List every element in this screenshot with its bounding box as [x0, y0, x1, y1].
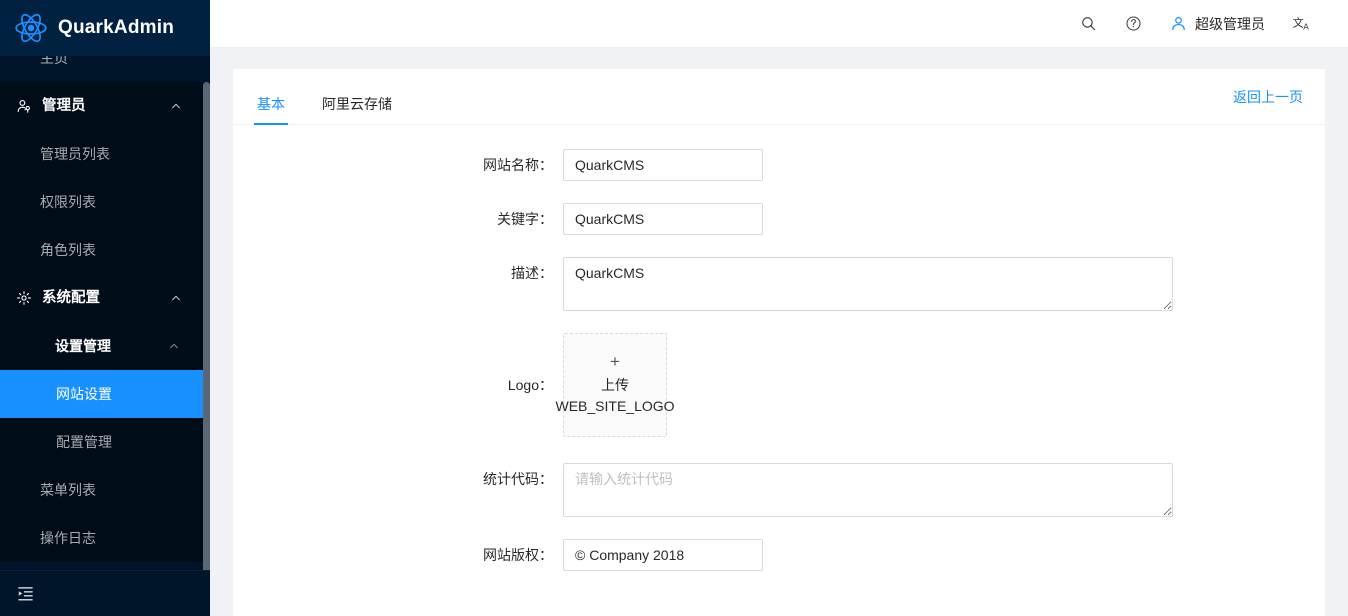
sidebar-item-2[interactable]: 管理员列表: [0, 130, 203, 178]
sidebar-item-1[interactable]: 管理员: [0, 82, 203, 130]
sidebar-item-label: 角色列表: [40, 242, 96, 258]
translate-icon: 文 A: [1293, 15, 1309, 31]
field-row-keywords: 关键字：: [233, 203, 1325, 235]
sidebar-scrollbar-thumb[interactable]: [203, 82, 210, 570]
copyright-label: 网站版权：: [483, 547, 553, 563]
brand-logo[interactable]: QuarkAdmin: [0, 0, 210, 56]
sidebar-menu: 主页管理员管理员列表权限列表角色列表系统配置设置管理网站设置配置管理菜单列表操作…: [0, 56, 203, 562]
help-button[interactable]: [1111, 0, 1156, 48]
tab-0[interactable]: 基本: [254, 97, 288, 125]
tab-1[interactable]: 阿里云存储: [320, 97, 394, 124]
question-circle-icon: [1126, 16, 1141, 31]
logo-control: + 上传 WEB_SITE_LOGO: [555, 333, 1325, 437]
main-area: 超级管理员 文 A 基本 阿里云存储 返回上一页 网站名称： QuarkCMS …: [210, 0, 1348, 616]
search-button[interactable]: [1066, 0, 1111, 48]
stats-code-label: 统计代码：: [483, 471, 553, 487]
sidebar-item-label: 管理员列表: [40, 146, 110, 162]
content-wrapper: 基本 阿里云存储 返回上一页 网站名称： 关键字：: [210, 48, 1348, 616]
logo-upload-button[interactable]: + 上传 WEB_SITE_LOGO: [555, 333, 675, 437]
language-button[interactable]: 文 A: [1279, 0, 1326, 48]
sidebar-item-label: 网站设置: [56, 386, 112, 402]
sidebar-item-8[interactable]: 配置管理: [0, 418, 203, 466]
sidebar-item-label: 管理员: [42, 97, 86, 114]
site-name-label: 网站名称：: [483, 157, 553, 173]
field-row-description: 描述：: [233, 257, 1325, 311]
app-root: QuarkAdmin 主页管理员管理员列表权限列表角色列表系统配置设置管理网站设…: [0, 0, 1348, 616]
keywords-control: [563, 203, 1325, 235]
plus-icon: +: [610, 352, 620, 371]
settings-card: 基本 阿里云存储 返回上一页 网站名称： 关键字：: [233, 69, 1325, 616]
stats-code-control: [563, 463, 1325, 517]
logo-label: Logo：: [507, 377, 553, 393]
brand-title: QuarkAdmin: [58, 17, 175, 38]
field-row-site-name: 网站名称：: [233, 149, 1325, 181]
description-label: 描述：: [511, 265, 553, 281]
sidebar-item-4[interactable]: 角色列表: [0, 226, 203, 274]
chevron-up-icon: [172, 103, 180, 109]
back-link[interactable]: 返回上一页: [1233, 87, 1303, 107]
sidebar-item-label: 配置管理: [56, 434, 112, 450]
field-row-stats-code: 统计代码：: [233, 463, 1325, 517]
chevron-up-icon: [170, 343, 178, 349]
user-settings-icon: [17, 99, 30, 113]
description-control: [563, 257, 1325, 311]
sidebar: QuarkAdmin 主页管理员管理员列表权限列表角色列表系统配置设置管理网站设…: [0, 0, 210, 616]
keywords-label: 关键字：: [497, 211, 553, 227]
tabs-bar: 基本 阿里云存储 返回上一页: [233, 69, 1325, 125]
svg-text:文: 文: [1293, 15, 1304, 29]
sidebar-item-label: 主页: [40, 56, 68, 66]
copyright-input[interactable]: [563, 539, 763, 571]
tabs: 基本 阿里云存储: [254, 69, 427, 125]
sidebar-item-label: 菜单列表: [40, 482, 96, 498]
sidebar-item-0[interactable]: 主页: [0, 56, 203, 82]
sidebar-item-label: 操作日志: [40, 530, 96, 546]
keywords-input[interactable]: [563, 203, 763, 235]
sidebar-menu-scroll[interactable]: 主页管理员管理员列表权限列表角色列表系统配置设置管理网站设置配置管理菜单列表操作…: [0, 56, 210, 570]
search-icon: [1082, 17, 1096, 31]
logo-upload-text: 上传: [601, 377, 629, 393]
sidebar-footer: [0, 570, 210, 616]
chevron-up-icon: [172, 295, 180, 301]
stats-code-textarea[interactable]: [563, 463, 1173, 517]
gear-icon: [17, 291, 31, 305]
user-menu[interactable]: 超级管理员: [1156, 0, 1279, 48]
top-header: 超级管理员 文 A: [210, 0, 1348, 48]
site-name-control: [563, 149, 1325, 181]
logo-file-name: WEB_SITE_LOGO: [555, 398, 675, 414]
user-icon: [1172, 17, 1185, 31]
site-name-input[interactable]: [563, 149, 763, 181]
sidebar-item-5[interactable]: 系统配置: [0, 274, 203, 322]
svg-text:A: A: [1303, 21, 1309, 31]
sidebar-item-label: 系统配置: [42, 289, 100, 306]
sidebar-item-10[interactable]: 操作日志: [0, 514, 203, 562]
sidebar-item-label: 设置管理: [55, 338, 111, 354]
sidebar-item-7[interactable]: 网站设置: [0, 370, 203, 418]
field-row-logo: Logo： + 上传 WEB_SITE_LOGO: [233, 333, 1325, 437]
sidebar-item-label: 权限列表: [40, 194, 96, 210]
sidebar-scrollbar-track[interactable]: [203, 56, 210, 570]
user-name: 超级管理员: [1195, 15, 1265, 32]
site-settings-form: 网站名称： 关键字： 描述：: [233, 125, 1325, 571]
description-textarea[interactable]: [563, 257, 1173, 311]
sidebar-item-9[interactable]: 菜单列表: [0, 466, 203, 514]
menu-fold-icon[interactable]: [16, 584, 35, 603]
sidebar-item-3[interactable]: 权限列表: [0, 178, 203, 226]
sidebar-item-6[interactable]: 设置管理: [0, 322, 203, 370]
atom-icon: [15, 13, 47, 43]
copyright-control: [563, 539, 1325, 571]
field-row-copyright: 网站版权：: [233, 539, 1325, 571]
